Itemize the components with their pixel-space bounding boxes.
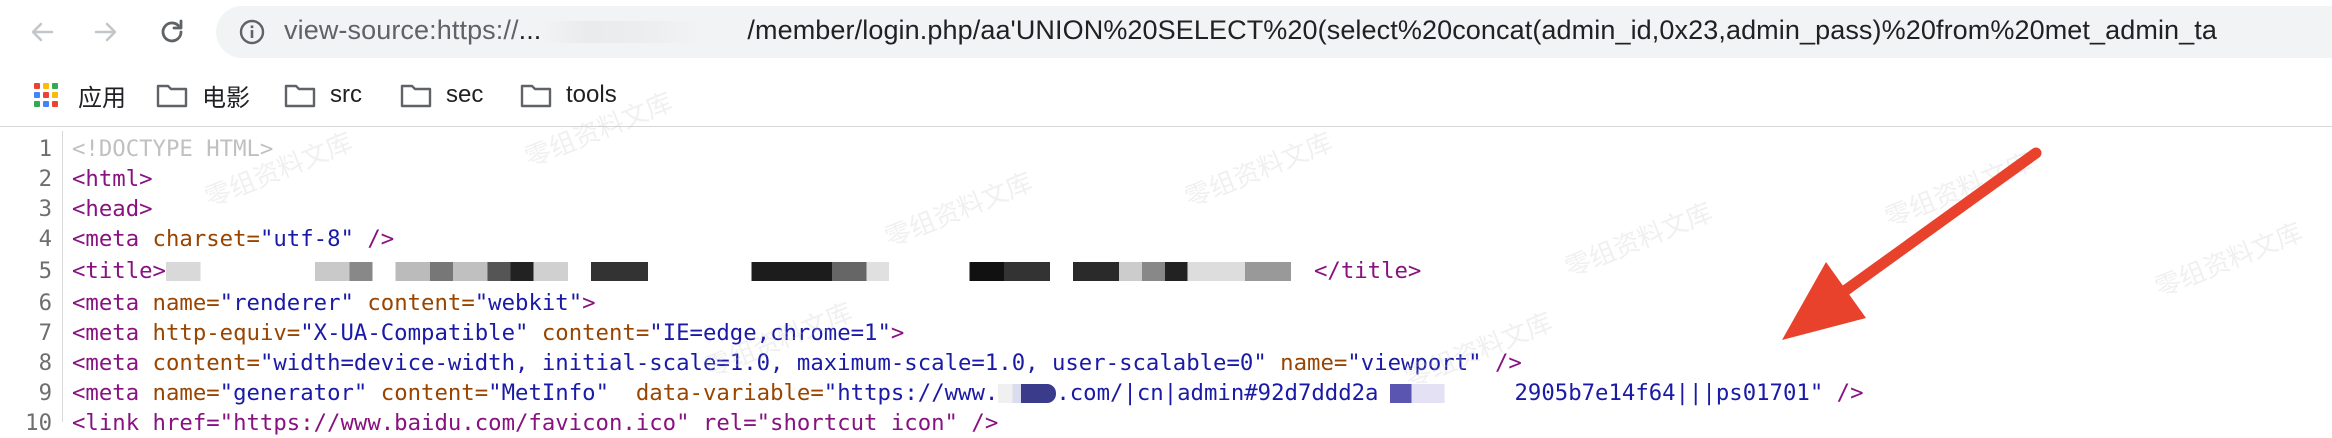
source-line: 10 <link href="https://www.baidu.com/fav… [0, 408, 2332, 438]
line-code: <html> [72, 166, 153, 192]
view-source-pane[interactable]: 1 <!DOCTYPE HTML> 2 <html> 3 <head> 4 <m… [0, 131, 2332, 436]
url-path: /member/login.php/aa'UNION%20SELECT%20(s… [747, 15, 2218, 45]
source-line: 8 <meta content="width=device-width, ini… [0, 348, 2332, 378]
source-line: 1 <!DOCTYPE HTML> [0, 134, 2332, 164]
line-number: 6 [38, 290, 52, 316]
redacted-hash-fragment [1378, 384, 1515, 403]
bookmark-label: tools [566, 81, 617, 108]
reload-button[interactable] [150, 10, 194, 54]
bookmark-label: sec [446, 81, 484, 108]
source-line: 4 <meta charset="utf-8" /> [0, 224, 2332, 254]
source-line: 9 <meta name="generator" content="MetInf… [0, 378, 2332, 408]
url-text[interactable]: view-source:https://... /member/login.php… [284, 15, 2217, 46]
url-ellipsis: ... [518, 15, 542, 45]
line-code: <link href="https://www.baidu.com/favico… [72, 410, 999, 436]
arrow-right-icon [94, 22, 117, 42]
source-line: 3 <head> [0, 194, 2332, 224]
forward-button[interactable] [84, 10, 128, 54]
bookmarks-bar: 应用 电影 src sec tools [0, 64, 2332, 127]
bookmark-folder-src[interactable]: src [284, 78, 362, 112]
folder-icon [520, 84, 552, 108]
folder-icon [284, 84, 316, 108]
line-code: <meta http-equiv="X-UA-Compatible" conte… [72, 320, 905, 346]
line-number: 3 [38, 196, 52, 222]
source-line: 5 <title> </title> [0, 256, 2332, 286]
line-number: 5 [38, 258, 52, 284]
line-number: 2 [38, 166, 52, 192]
line-code: <title> </title> [72, 258, 1422, 284]
line-number: 10 [25, 410, 52, 436]
line-code: <meta name="renderer" content="webkit"> [72, 290, 596, 316]
bookmark-apps[interactable]: 应用 [34, 78, 126, 112]
redacted-title [165, 262, 1314, 281]
reload-icon [161, 19, 183, 43]
line-code: <head> [72, 196, 153, 222]
apps-grid-icon [34, 83, 58, 107]
source-line: 7 <meta http-equiv="X-UA-Compatible" con… [0, 318, 2332, 348]
redacted-domain [541, 20, 702, 43]
info-icon[interactable] [238, 18, 266, 46]
line-code: <meta charset="utf-8" /> [72, 226, 395, 252]
line-number: 9 [38, 380, 52, 406]
line-number: 8 [38, 350, 52, 376]
bookmark-folder-tools[interactable]: tools [520, 78, 617, 112]
folder-icon [156, 84, 188, 108]
line-number: 4 [38, 226, 52, 252]
line-number: 7 [38, 320, 52, 346]
url-prefix: view-source:https:// [284, 15, 519, 45]
source-line: 6 <meta name="renderer" content="webkit"… [0, 288, 2332, 318]
bookmark-label: src [330, 81, 362, 108]
source-line: 2 <html> [0, 164, 2332, 194]
line-number: 1 [38, 136, 52, 162]
folder-icon [400, 84, 432, 108]
line-code: <!DOCTYPE HTML> [72, 136, 274, 162]
bookmark-folder-sec[interactable]: sec [400, 78, 483, 112]
line-code: <meta name="generator" content="MetInfo"… [72, 380, 1864, 406]
bookmark-label: 应用 [78, 84, 126, 112]
bookmark-folder-movies[interactable]: 电影 [156, 78, 250, 112]
back-button[interactable] [20, 10, 64, 54]
bookmark-label: 电影 [202, 84, 250, 112]
browser-toolbar: view-source:https://... /member/login.php… [0, 0, 2332, 64]
redacted-domain-fragment [998, 384, 1057, 403]
arrow-left-icon [31, 22, 54, 42]
line-code: <meta content="width=device-width, initi… [72, 350, 1522, 376]
